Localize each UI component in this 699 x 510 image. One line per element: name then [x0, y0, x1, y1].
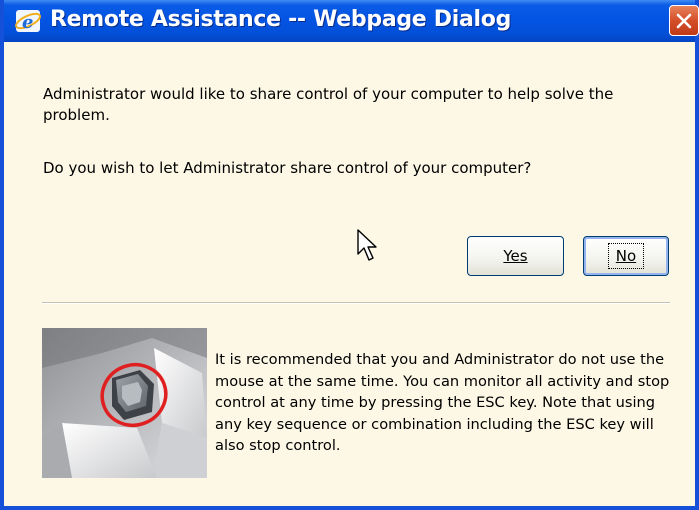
- mouse-pointer-icon: [357, 229, 377, 261]
- share-question: Do you wish to let Administrator share c…: [43, 159, 532, 177]
- esc-key-photo: [42, 328, 207, 478]
- svg-text:e: e: [22, 12, 33, 33]
- dialog-window: e Remote Assistance -- Webpage Dialog Ad…: [0, 0, 699, 510]
- no-button[interactable]: No: [583, 236, 669, 276]
- close-button[interactable]: [669, 5, 699, 36]
- yes-button-label: Yes: [503, 247, 528, 265]
- window-title: Remote Assistance -- Webpage Dialog: [50, 7, 512, 32]
- close-icon: [676, 13, 692, 28]
- title-bar[interactable]: e Remote Assistance -- Webpage Dialog: [4, 0, 699, 42]
- share-request-message: Administrator would like to share contro…: [43, 85, 614, 124]
- recommendation-note: It is recommended that you and Administr…: [215, 351, 670, 454]
- ie-icon: e: [15, 10, 41, 33]
- no-button-label: No: [607, 243, 645, 269]
- yes-button[interactable]: Yes: [467, 236, 564, 276]
- separator: [42, 302, 670, 304]
